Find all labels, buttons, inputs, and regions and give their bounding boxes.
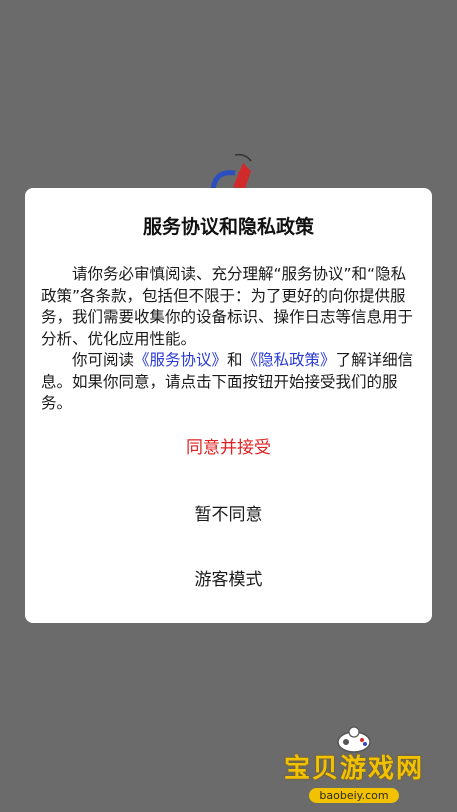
consent-paragraph-2: 你可阅读《服务协议》和《隐私政策》了解详细信息。如果你同意，请点击下面按钮开始接… (41, 350, 419, 415)
service-agreement-link[interactable]: 《服务协议》 (134, 351, 227, 369)
para2-prefix: 你可阅读 (72, 351, 135, 369)
para2-and: 和 (227, 351, 243, 369)
dialog-body: 请你务必审慎阅读、充分理解“服务协议”和“隐私政策”各条款，包括但不限于：为了更… (41, 264, 419, 415)
accept-button[interactable]: 同意并接受 (25, 436, 432, 460)
dialog-title: 服务协议和隐私政策 (142, 216, 314, 238)
privacy-policy-link[interactable]: 《隐私政策》 (243, 351, 336, 369)
gamepad-mascot-icon (337, 726, 371, 753)
consent-paragraph-1: 请你务必审慎阅读、充分理解“服务协议”和“隐私政策”各条款，包括但不限于：为了更… (41, 265, 414, 348)
decline-button[interactable]: 暂不同意 (25, 503, 432, 527)
guest-mode-button[interactable]: 游客模式 (25, 568, 432, 592)
privacy-consent-dialog: 服务协议和隐私政策 请你务必审慎阅读、充分理解“服务协议”和“隐私政策”各条款，… (25, 188, 432, 623)
watermark-text: 宝贝游戏网 (283, 754, 424, 784)
site-watermark: 宝贝游戏网 baobeiy.com (279, 724, 429, 804)
watermark-url: baobeiy.com (309, 788, 399, 803)
